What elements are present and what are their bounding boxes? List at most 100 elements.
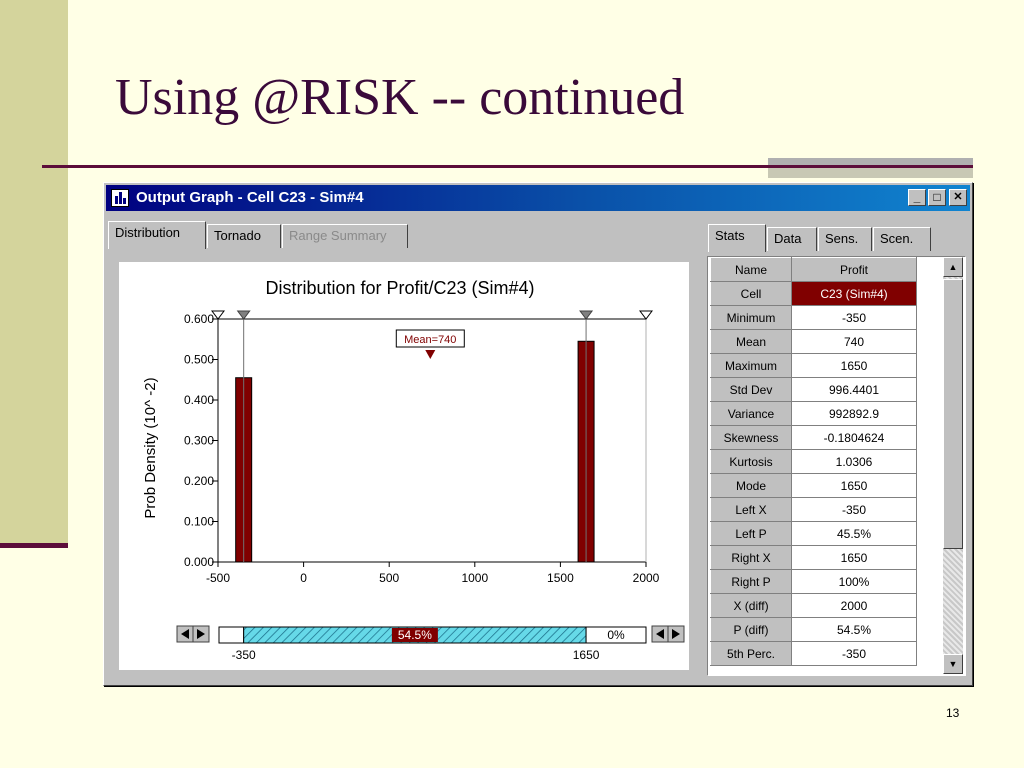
stats-row: Mode 1650 bbox=[710, 473, 917, 498]
y-tick-label: 0.100 bbox=[184, 515, 214, 529]
y-tick-label: 0.200 bbox=[184, 474, 214, 488]
window-title: Output Graph - Cell C23 - Sim#4 bbox=[136, 189, 364, 206]
tab-data[interactable]: Data bbox=[767, 227, 817, 251]
x-tick-label: 500 bbox=[379, 571, 399, 585]
stats-row: Cell C23 (Sim#4) bbox=[710, 281, 917, 306]
chart-app-icon bbox=[111, 189, 129, 207]
minimize-button[interactable]: _ bbox=[908, 189, 926, 206]
slide-title: Using @RISK -- continued bbox=[115, 69, 685, 126]
stats-row: Skewness -0.1804624 bbox=[710, 425, 917, 450]
slide-corner-accent bbox=[768, 158, 973, 165]
tab-distribution[interactable]: Distribution bbox=[108, 221, 206, 249]
stats-row-value[interactable]: 992892.9 bbox=[791, 401, 917, 426]
tab-sens[interactable]: Sens. bbox=[818, 227, 872, 251]
y-tick-label: 0.000 bbox=[184, 555, 214, 569]
stats-row-value[interactable]: 1650 bbox=[791, 353, 917, 378]
stats-row: Maximum 1650 bbox=[710, 353, 917, 378]
y-axis-label: Prob Density (10^ -2) bbox=[142, 377, 159, 518]
stats-row-value[interactable]: 1.0306 bbox=[791, 449, 917, 474]
page-number: 13 bbox=[946, 706, 960, 720]
left-delimiter-nudge[interactable] bbox=[176, 625, 210, 643]
stats-row-value[interactable]: 54.5% bbox=[791, 617, 917, 642]
stats-row-label[interactable]: P (diff) bbox=[710, 617, 792, 642]
slide-corner-accent-lower bbox=[768, 168, 973, 178]
x-tick-label: 2000 bbox=[633, 571, 660, 585]
stats-row-label[interactable]: Cell bbox=[710, 281, 792, 306]
range-right-value: 1650 bbox=[573, 648, 600, 662]
stats-table: Name Profit Cell C23 (Sim#4) Minimum -350 Me… bbox=[710, 257, 917, 666]
range-middle-pct: 54.5% bbox=[398, 628, 432, 642]
right-delimiter-icon bbox=[579, 310, 594, 320]
stats-row-label[interactable]: Left P bbox=[710, 521, 792, 546]
scroll-thumb[interactable] bbox=[943, 279, 963, 549]
stats-row: Left P 45.5% bbox=[710, 521, 917, 546]
close-button[interactable]: ✕ bbox=[949, 189, 967, 206]
stats-row: Right X 1650 bbox=[710, 545, 917, 570]
stats-row-value[interactable]: -350 bbox=[791, 497, 917, 522]
axis-end-marker-right-icon bbox=[639, 310, 653, 320]
stats-row: P (diff) 54.5% bbox=[710, 617, 917, 642]
window-titlebar[interactable]: Output Graph - Cell C23 - Sim#4 _ □ ✕ bbox=[106, 185, 970, 211]
range-left-value: -350 bbox=[232, 648, 256, 662]
stats-row-label[interactable]: X (diff) bbox=[710, 593, 792, 618]
stats-row-value[interactable]: -350 bbox=[791, 641, 917, 666]
stats-row-label[interactable]: 5th Perc. bbox=[710, 641, 792, 666]
stats-row: Left X -350 bbox=[710, 497, 917, 522]
y-tick-label: 0.300 bbox=[184, 434, 214, 448]
stats-header-label[interactable]: Name bbox=[710, 257, 792, 282]
stats-row-label[interactable]: Skewness bbox=[710, 425, 792, 450]
stats-row-label[interactable]: Std Dev bbox=[710, 377, 792, 402]
stats-row-value[interactable]: 2000 bbox=[791, 593, 917, 618]
distribution-chart: Distribution for Profit/C23 (Sim#4) Prob… bbox=[142, 278, 685, 662]
y-tick-label: 0.600 bbox=[184, 312, 214, 326]
x-tick-label: 1500 bbox=[547, 571, 574, 585]
stats-row-value[interactable]: 1650 bbox=[791, 545, 917, 570]
stats-row: Mean 740 bbox=[710, 329, 917, 354]
y-tick-label: 0.500 bbox=[184, 353, 214, 367]
y-tick-label: 0.400 bbox=[184, 393, 214, 407]
left-delimiter-icon bbox=[236, 310, 251, 320]
stats-row-label[interactable]: Maximum bbox=[710, 353, 792, 378]
stats-row-value[interactable]: 100% bbox=[791, 569, 917, 594]
stats-row-value[interactable]: C23 (Sim#4) bbox=[791, 281, 917, 306]
stats-row: Kurtosis 1.0306 bbox=[710, 449, 917, 474]
slide-left-accent bbox=[0, 543, 68, 548]
mean-marker-icon bbox=[425, 350, 436, 359]
scroll-down-icon[interactable]: ▼ bbox=[943, 654, 963, 674]
x-tick-label: -500 bbox=[206, 571, 230, 585]
stats-header-value[interactable]: Profit bbox=[791, 257, 917, 282]
range-right-pct: 0% bbox=[607, 628, 625, 642]
tab-tornado[interactable]: Tornado bbox=[207, 224, 281, 248]
title-rule bbox=[42, 165, 973, 168]
stats-row-value[interactable]: 740 bbox=[791, 329, 917, 354]
stats-row: X (diff) 2000 bbox=[710, 593, 917, 618]
stats-row-label[interactable]: Left X bbox=[710, 497, 792, 522]
stats-row-label[interactable]: Right P bbox=[710, 569, 792, 594]
stats-scrollbar[interactable]: ▲ ▼ bbox=[943, 257, 963, 674]
stats-row: 5th Perc. -350 bbox=[710, 641, 917, 666]
stats-row-label[interactable]: Mean bbox=[710, 329, 792, 354]
mean-label: Mean=740 bbox=[404, 334, 456, 346]
scroll-up-icon[interactable]: ▲ bbox=[943, 257, 963, 277]
stats-row-value[interactable]: -0.1804624 bbox=[791, 425, 917, 450]
stats-row-label[interactable]: Minimum bbox=[710, 305, 792, 330]
stats-row-value[interactable]: -350 bbox=[791, 305, 917, 330]
stats-row-label[interactable]: Mode bbox=[710, 473, 792, 498]
tab-stats[interactable]: Stats bbox=[708, 224, 766, 252]
stats-row: Right P 100% bbox=[710, 569, 917, 594]
stats-row-value[interactable]: 996.4401 bbox=[791, 377, 917, 402]
tab-range-summary[interactable]: Range Summary bbox=[282, 224, 408, 248]
stats-row-label[interactable]: Kurtosis bbox=[710, 449, 792, 474]
tab-scen[interactable]: Scen. bbox=[873, 227, 931, 251]
right-delimiter-nudge[interactable] bbox=[651, 625, 685, 643]
stats-header-row: Name Profit bbox=[710, 257, 917, 282]
slide-left-band bbox=[0, 0, 68, 545]
stats-row-value[interactable]: 45.5% bbox=[791, 521, 917, 546]
stats-row-label[interactable]: Variance bbox=[710, 401, 792, 426]
stats-row: Variance 992892.9 bbox=[710, 401, 917, 426]
stats-row-value[interactable]: 1650 bbox=[791, 473, 917, 498]
maximize-button[interactable]: □ bbox=[928, 189, 946, 206]
stats-row: Minimum -350 bbox=[710, 305, 917, 330]
stats-row-label[interactable]: Right X bbox=[710, 545, 792, 570]
x-tick-label: 1000 bbox=[461, 571, 488, 585]
